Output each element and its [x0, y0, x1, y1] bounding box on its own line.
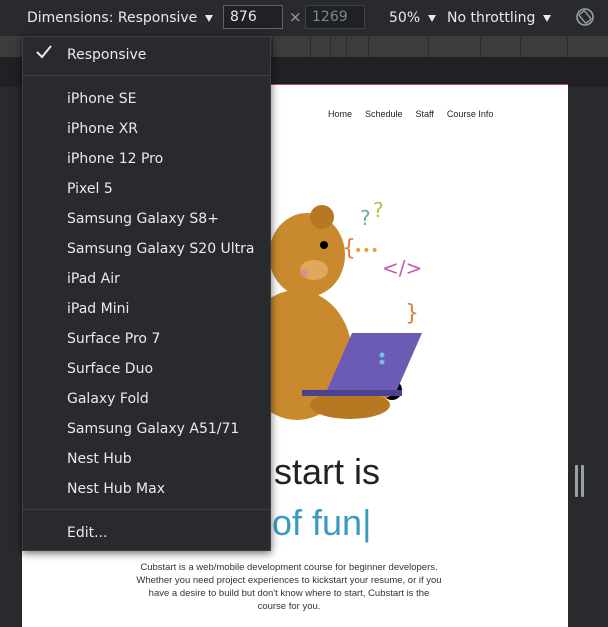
- site-nav: Home Schedule Staff Course Info: [328, 109, 493, 119]
- svg-text:?: ?: [373, 198, 384, 222]
- throttling-dropdown[interactable]: No throttling: [447, 0, 552, 36]
- svg-text:</>: </>: [382, 256, 422, 280]
- width-input[interactable]: 876: [223, 5, 283, 29]
- ruler-tick: [346, 37, 347, 57]
- menu-separator: [23, 75, 270, 76]
- menu-item-device[interactable]: Surface Pro 7: [67, 324, 160, 354]
- chevron-down-icon: [543, 14, 552, 22]
- ruler-tick: [520, 37, 521, 57]
- ruler-tick: [330, 37, 331, 57]
- nav-home[interactable]: Home: [328, 109, 352, 119]
- menu-item-edit[interactable]: Edit...: [67, 518, 107, 548]
- zoom-label: 50%: [389, 10, 421, 26]
- nav-staff[interactable]: Staff: [416, 109, 434, 119]
- times-symbol: ×: [289, 8, 302, 26]
- menu-separator: [23, 509, 270, 510]
- grip-bar: [581, 465, 584, 497]
- typing-cursor: |: [362, 502, 372, 543]
- menu-item-device[interactable]: iPad Mini: [67, 294, 129, 324]
- device-toolbar: Dimensions: Responsive 876 × 1269 50% No…: [0, 0, 608, 37]
- nav-schedule[interactable]: Schedule: [365, 109, 403, 119]
- dimensions-dropdown[interactable]: Dimensions: Responsive: [27, 0, 214, 36]
- menu-item-device[interactable]: iPhone SE: [67, 84, 136, 114]
- menu-item-device[interactable]: Surface Duo: [67, 354, 153, 384]
- menu-item-device[interactable]: Samsung Galaxy S8+: [67, 204, 219, 234]
- menu-item-device[interactable]: Galaxy Fold: [67, 384, 149, 414]
- checkmark-icon: [36, 45, 52, 59]
- menu-item-device[interactable]: Nest Hub Max: [67, 474, 165, 504]
- grip-bar: [575, 465, 578, 497]
- ruler-tick: [272, 37, 273, 57]
- ruler-tick: [567, 37, 568, 57]
- ruler-tick: [310, 37, 311, 57]
- nav-course-info[interactable]: Course Info: [447, 109, 494, 119]
- hero-heading-text: of fun: [272, 502, 363, 543]
- menu-item-device[interactable]: Samsung Galaxy S20 Ultra: [67, 234, 255, 264]
- menu-item-device[interactable]: iPhone 12 Pro: [67, 144, 163, 174]
- course-description: Cubstart is a web/mobile development cou…: [136, 562, 442, 612]
- menu-item-device[interactable]: iPad Air: [67, 264, 120, 294]
- throttling-label: No throttling: [447, 10, 536, 26]
- menu-item-responsive[interactable]: Responsive: [67, 40, 146, 70]
- height-input[interactable]: 1269: [305, 5, 365, 29]
- dimensions-label: Dimensions: Responsive: [27, 10, 198, 26]
- hero-heading-line1: start is: [274, 451, 381, 492]
- zoom-dropdown[interactable]: 50%: [389, 0, 437, 36]
- chevron-down-icon: [205, 14, 214, 22]
- menu-item-device[interactable]: Nest Hub: [67, 444, 132, 474]
- menu-item-device[interactable]: iPhone XR: [67, 114, 138, 144]
- rotate-icon[interactable]: [575, 7, 595, 27]
- ruler-tick: [480, 37, 481, 57]
- bear-laptop-illustration: { ••• </> ? ? }: [242, 198, 422, 420]
- svg-text:•••: •••: [354, 243, 379, 259]
- dimensions-menu: Responsive iPhone SE iPhone XR iPhone 12…: [22, 36, 271, 551]
- ruler-tick: [368, 37, 369, 57]
- menu-item-device[interactable]: Samsung Galaxy A51/71: [67, 414, 239, 444]
- svg-text:}: }: [405, 301, 419, 326]
- menu-item-device[interactable]: Pixel 5: [67, 174, 113, 204]
- hero-heading-line2: of fun|: [272, 502, 371, 544]
- svg-text:?: ?: [360, 206, 371, 230]
- resize-handle[interactable]: [575, 465, 585, 497]
- ruler-tick: [428, 37, 429, 57]
- chevron-down-icon: [428, 14, 437, 22]
